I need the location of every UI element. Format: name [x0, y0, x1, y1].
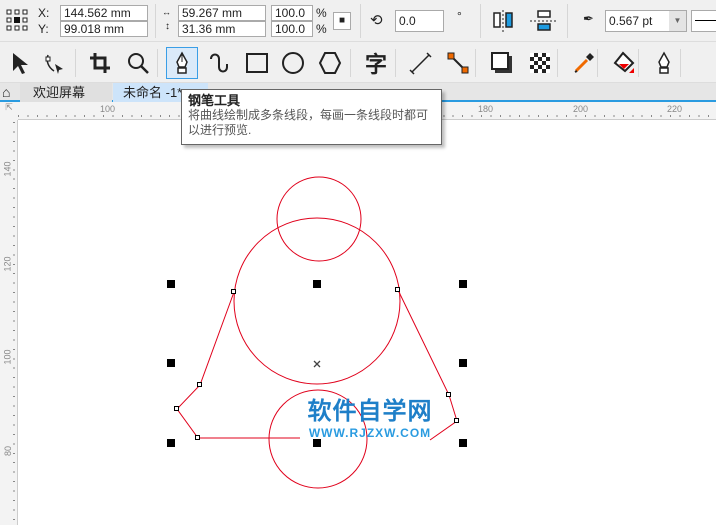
- pen-tool-tooltip: 钢笔工具 将曲线绘制成多条线段，每画一条线段时都可以进行预览.: [181, 89, 442, 145]
- drawing-shapes: [167, 176, 467, 489]
- tooltip-body: 将曲线绘制成多条线段，每画一条线段时都可以进行预览.: [188, 108, 429, 137]
- small-circle: [276, 176, 362, 262]
- center-mark-icon: [313, 360, 321, 368]
- large-circle: [233, 217, 401, 385]
- pen-curve-left: [176, 291, 300, 439]
- pen-curve-right: [397, 289, 458, 441]
- tooltip-title: 钢笔工具: [188, 93, 241, 108]
